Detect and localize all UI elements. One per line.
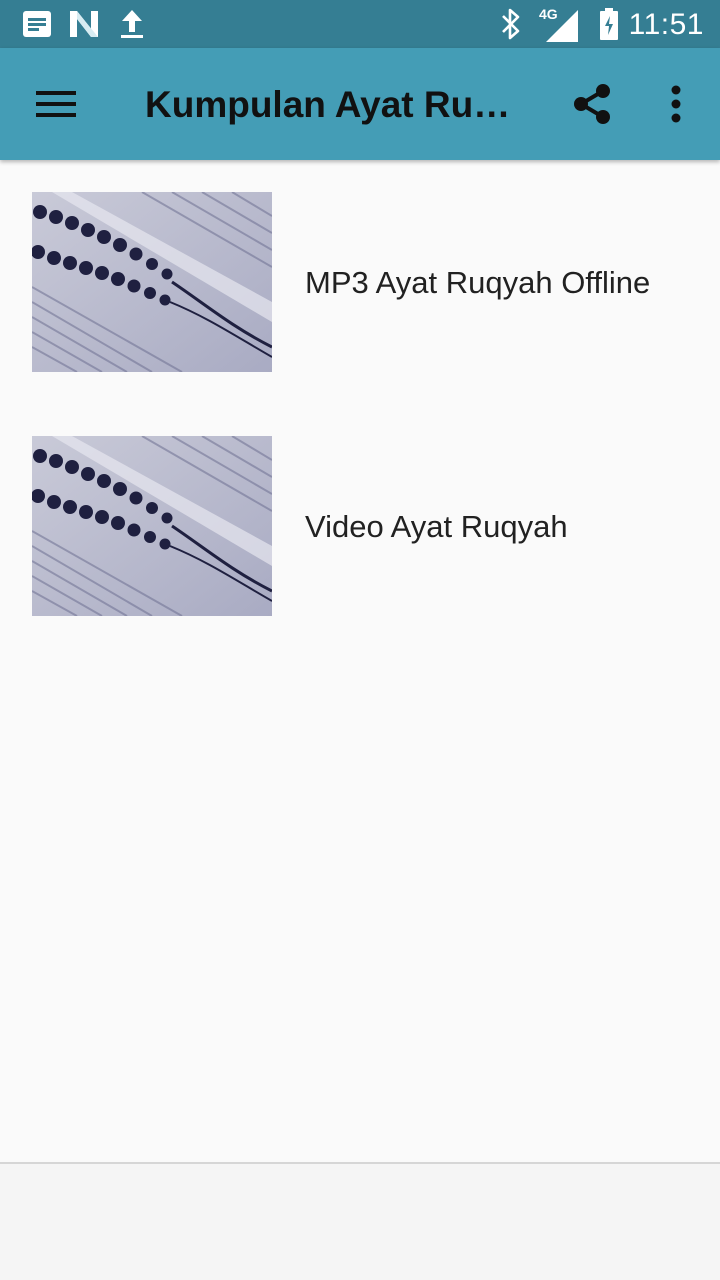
bottom-ad-area: [0, 1164, 720, 1280]
status-bar: 4G 11:51: [0, 0, 720, 48]
upload-icon: [118, 0, 146, 48]
hamburger-menu-icon: [36, 91, 76, 117]
app-title: Kumpulan Ayat Ruq…: [145, 84, 525, 125]
menu-button[interactable]: [16, 48, 96, 160]
overflow-menu-button[interactable]: [636, 48, 716, 160]
list-item-label: MP3 Ayat Ruqyah Offline: [305, 265, 651, 300]
quran-prayer-beads-image: [32, 436, 272, 616]
app-toolbar: Kumpulan Ayat Ruq…: [0, 48, 720, 160]
notes-icon: [22, 0, 52, 48]
quran-prayer-beads-image: [32, 192, 272, 372]
more-vert-icon: [671, 85, 681, 123]
n-notification-icon: [68, 0, 100, 48]
network-type-label: 4G: [539, 6, 558, 22]
bluetooth-icon: [498, 0, 524, 48]
list-item-video[interactable]: Video Ayat Ruqyah: [0, 404, 720, 648]
share-icon: [574, 84, 610, 124]
list-item-mp3[interactable]: MP3 Ayat Ruqyah Offline: [0, 160, 720, 404]
battery-icon: [598, 0, 620, 48]
share-button[interactable]: [552, 48, 632, 160]
status-time: 11:51: [628, 8, 704, 41]
list-item-label: Video Ayat Ruqyah: [305, 509, 568, 544]
